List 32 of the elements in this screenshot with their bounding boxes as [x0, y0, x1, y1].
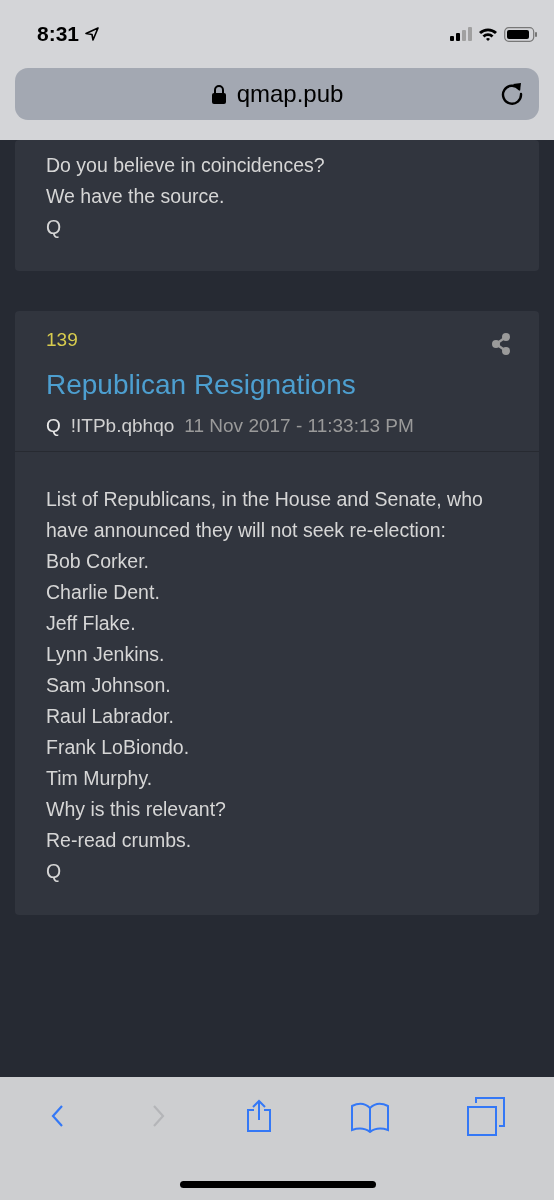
post-title[interactable]: Republican Resignations — [46, 369, 508, 401]
post-text-line: Q — [46, 859, 63, 884]
post-text-line: Bob Corker. — [46, 549, 150, 574]
post-text-line: Lynn Jenkins. — [46, 642, 166, 667]
clock-time: 8:31 — [37, 22, 80, 46]
post-text-line: We have the source. — [46, 184, 226, 209]
tripcode: !ITPb.qbhqo — [70, 415, 175, 437]
post-text-line: Q — [46, 215, 63, 240]
tabs-icon — [466, 1096, 506, 1136]
post-text-line: List of Republicans, in the House and Senate, who have announced they will not seek re-election: — [46, 487, 484, 543]
post-text-line: Charlie Dent. — [46, 580, 161, 605]
post-text-line: Frank LoBiondo. — [46, 735, 191, 760]
url-text: qmap.pub — [236, 80, 344, 108]
post-text-line: Do you believe in coincidences? — [46, 153, 326, 178]
share-icon[interactable] — [491, 333, 511, 355]
address-bar[interactable]: qmap.pub — [15, 68, 539, 120]
author-name: Q — [46, 415, 61, 437]
post-timestamp: 11 Nov 2017 - 11:33:13 PM — [184, 415, 414, 437]
signal-icon — [450, 27, 472, 41]
wifi-icon — [478, 27, 498, 41]
post-number: 139 — [46, 329, 78, 351]
battery-icon — [504, 26, 538, 42]
reload-icon[interactable] — [499, 81, 525, 107]
location-arrow-icon — [85, 27, 100, 41]
post-text-line: Re-read crumbs. — [46, 828, 193, 853]
share-icon — [244, 1099, 274, 1133]
lock-icon — [210, 84, 227, 104]
post-text-line: Jeff Flake. — [46, 611, 137, 636]
post-text-line: Raul Labrador. — [46, 704, 175, 729]
post-text-line: Tim Murphy. — [46, 766, 154, 791]
post-text-line: Why is this relevant? — [46, 797, 227, 822]
post-text-line: Sam Johnson. — [46, 673, 172, 698]
